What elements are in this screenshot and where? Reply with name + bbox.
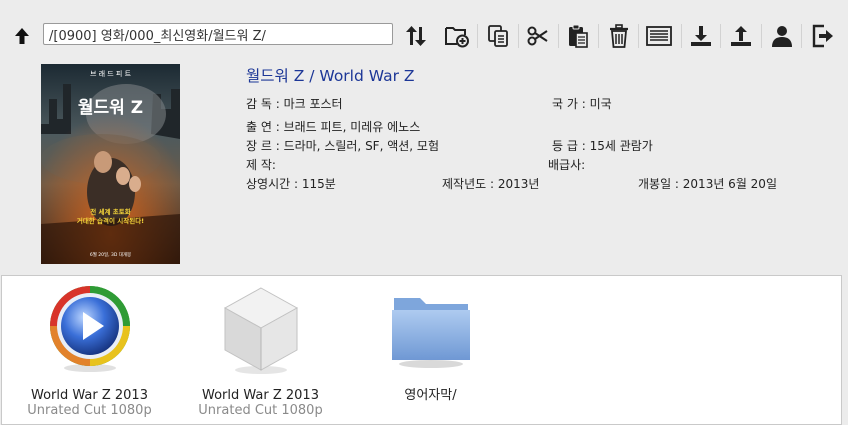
- movie-genre: 장 르 : 드라마, 스릴러, SF, 액션, 모험: [246, 139, 440, 153]
- cut-icon[interactable]: [524, 22, 552, 50]
- folder-item[interactable]: 영어자막/: [343, 284, 518, 403]
- movie-director: 감 독 : 마크 포스터: [246, 97, 343, 111]
- delete-icon[interactable]: [605, 22, 633, 50]
- logout-icon[interactable]: [809, 22, 837, 50]
- movie-poster: 브 래 드 피 트 월드워 Z 전 세계 초토화 거대한 습격이 시작된다! 6…: [41, 64, 180, 264]
- path-input[interactable]: [43, 23, 393, 45]
- file-subname: Unrated Cut 1080p: [198, 403, 323, 418]
- file-subname: Unrated Cut 1080p: [27, 403, 152, 418]
- copy-icon[interactable]: [484, 22, 512, 50]
- poster-tagline-2: 거대한 습격이 시작된다!: [77, 216, 144, 225]
- user-icon[interactable]: [768, 22, 796, 50]
- refresh-icon[interactable]: [402, 22, 430, 50]
- poster-logo-text: 월드워 Z: [78, 98, 143, 118]
- toolbar: [0, 18, 848, 54]
- new-folder-icon[interactable]: [443, 22, 471, 50]
- movie-title: 월드워 Z / World War Z: [246, 67, 415, 85]
- media-player-icon: [2, 284, 177, 380]
- poster-top-text: 브 래 드 피 트: [90, 69, 132, 78]
- file-item[interactable]: World War Z 2013 Unrated Cut 1080p: [173, 284, 348, 418]
- file-name: World War Z 2013: [31, 388, 148, 403]
- file-item[interactable]: World War Z 2013 Unrated Cut 1080p: [2, 284, 177, 418]
- folder-name: 영어자막/: [404, 388, 457, 403]
- movie-year: 제작년도 : 2013년: [442, 177, 540, 191]
- movie-distributor: 배급사:: [548, 158, 586, 172]
- movie-runtime: 상영시간 : 115분: [246, 177, 336, 191]
- file-panel: World War Z 2013 Unrated Cut 1080p World…: [1, 275, 842, 425]
- file-name: World War Z 2013: [202, 388, 319, 403]
- paste-icon[interactable]: [564, 22, 592, 50]
- up-arrow-icon[interactable]: [10, 24, 34, 48]
- folder-icon: [343, 284, 518, 380]
- download-icon[interactable]: [687, 22, 715, 50]
- movie-rating: 등 급 : 15세 관람가: [552, 139, 653, 153]
- poster-date-text: 6월 20일, 3D 대개봉: [90, 251, 131, 258]
- view-list-icon[interactable]: [645, 22, 673, 50]
- movie-release-date: 개봉일 : 2013년 6월 20일: [638, 177, 777, 191]
- package-box-icon: [173, 284, 348, 380]
- movie-country: 국 가 : 미국: [552, 97, 612, 111]
- movie-cast: 출 연 : 브래드 피트, 미레유 에노스: [246, 120, 421, 134]
- poster-tagline-1: 전 세계 초토화: [90, 207, 130, 216]
- upload-icon[interactable]: [727, 22, 755, 50]
- movie-production: 제 작:: [246, 158, 276, 172]
